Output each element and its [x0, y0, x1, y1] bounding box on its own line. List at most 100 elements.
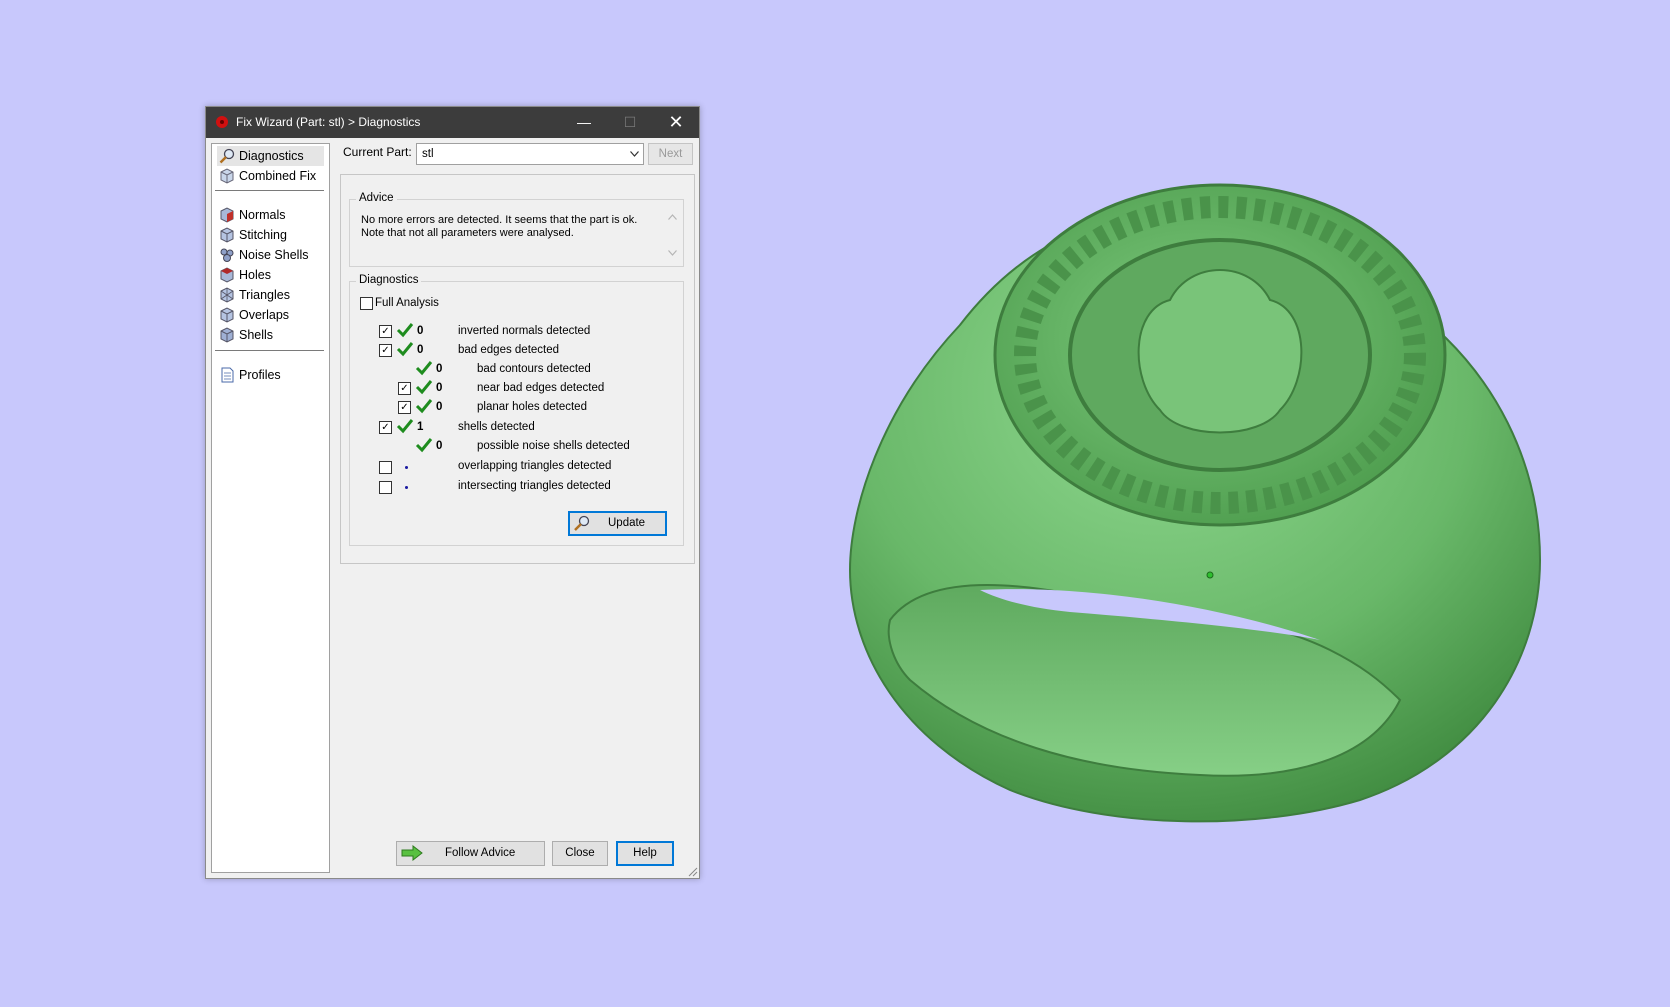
cube-icon [220, 168, 234, 184]
current-part-label: Current Part: [343, 145, 412, 159]
current-part-value: stl [422, 148, 434, 160]
close-button[interactable]: Close [552, 841, 608, 866]
not-analysed-dot [405, 486, 408, 489]
shells-label: shells detected [458, 421, 535, 433]
follow-advice-label: Follow Advice [445, 847, 516, 859]
bad-contours-count: 0 [436, 363, 443, 375]
green-check-icon [415, 361, 433, 376]
diagnostics-title: Diagnostics [356, 274, 422, 286]
overlapping-triangles-label: overlapping triangles detected [458, 460, 612, 472]
shells-checkbox[interactable]: ✓ [379, 421, 392, 434]
document-icon [221, 367, 234, 383]
close-window-button[interactable]: ✕ [653, 107, 699, 138]
green-check-icon [415, 380, 433, 395]
nav-label: Combined Fix [239, 169, 317, 183]
advice-text: No more errors are detected. It seems th… [361, 214, 637, 240]
diagnostics-group: Diagnostics Full Analysis ✓ 0 inverted n… [349, 274, 684, 546]
nav-item-profiles[interactable]: Profiles [217, 365, 324, 385]
green-check-icon [415, 399, 433, 414]
scroll-down-icon[interactable] [668, 250, 677, 256]
nav-label: Noise Shells [239, 248, 309, 262]
advice-line-1: No more errors are detected. It seems th… [361, 214, 638, 226]
diagnostics-panel: Advice No more errors are detected. It s… [340, 174, 695, 564]
nav-item-normals[interactable]: Normals [217, 205, 324, 225]
inverted-normals-count: 0 [417, 325, 424, 337]
follow-advice-button[interactable]: Follow Advice [396, 841, 545, 866]
near-bad-edges-label: near bad edges detected [477, 382, 605, 394]
current-part-select[interactable]: stl [416, 143, 644, 165]
nav-divider [215, 190, 324, 191]
green-check-icon [396, 323, 414, 338]
full-analysis-label: Full Analysis [375, 297, 439, 309]
near-bad-edges-count: 0 [436, 382, 443, 394]
resize-grip-icon[interactable] [688, 867, 698, 877]
nav-item-diagnostics[interactable]: Diagnostics [217, 146, 324, 166]
nav-item-combined-fix[interactable]: Combined Fix [217, 166, 324, 186]
app-logo-icon [216, 116, 228, 128]
nav-label: Normals [239, 208, 286, 222]
maximize-button[interactable]: ☐ [607, 107, 653, 138]
magnifier-icon [574, 515, 590, 531]
window-title: Fix Wizard (Part: stl) > Diagnostics [236, 115, 421, 129]
nav-item-noise-shells[interactable]: Noise Shells [217, 245, 324, 265]
inverted-normals-label: inverted normals detected [458, 325, 591, 337]
nav-label: Holes [239, 268, 271, 282]
green-arrow-right-icon [401, 845, 423, 861]
magnifier-icon [219, 148, 235, 164]
not-analysed-dot [405, 466, 408, 469]
bad-edges-count: 0 [417, 344, 424, 356]
nav-label: Profiles [239, 368, 281, 382]
shells-count: 1 [417, 421, 424, 433]
noise-shells-icon [220, 248, 234, 262]
triangles-cube-icon [220, 287, 234, 303]
bad-contours-label: bad contours detected [477, 363, 591, 375]
pivot-point [1206, 571, 1214, 579]
nav-label: Triangles [239, 288, 290, 302]
advice-group: Advice No more errors are detected. It s… [349, 192, 684, 267]
nav-divider [215, 350, 324, 351]
near-bad-edges-checkbox[interactable]: ✓ [398, 382, 411, 395]
planar-holes-count: 0 [436, 401, 443, 413]
next-button[interactable]: Next [648, 143, 693, 165]
bad-edges-label: bad edges detected [458, 344, 560, 356]
nav-item-holes[interactable]: Holes [217, 265, 324, 285]
fix-wizard-dialog: Fix Wizard (Part: stl) > Diagnostics — ☐… [205, 106, 700, 879]
green-check-icon [415, 438, 433, 453]
green-check-icon [396, 342, 414, 357]
nav-item-shells[interactable]: Shells [217, 325, 324, 345]
update-label: Update [608, 517, 646, 529]
nav-label: Overlaps [239, 308, 290, 322]
shells-cube-icon [220, 327, 234, 343]
noise-shells-label: possible noise shells detected [477, 440, 630, 452]
stitching-cube-icon [220, 227, 234, 243]
minimize-button[interactable]: — [561, 107, 607, 138]
nav-label: Diagnostics [239, 149, 304, 163]
advice-line-2: Note that not all parameters were analys… [361, 227, 574, 239]
nav-item-stitching[interactable]: Stitching [217, 225, 324, 245]
planar-holes-checkbox[interactable]: ✓ [398, 401, 411, 414]
planar-holes-label: planar holes detected [477, 401, 587, 413]
green-check-icon [396, 419, 414, 434]
ring-3d-model[interactable] [840, 180, 1580, 840]
scroll-up-icon[interactable] [668, 214, 677, 220]
wizard-nav-list: Diagnostics Combined Fix Normals Stitchi… [211, 143, 330, 873]
nav-item-triangles[interactable]: Triangles [217, 285, 324, 305]
overlapping-triangles-checkbox[interactable] [379, 461, 392, 474]
bad-edges-checkbox[interactable]: ✓ [379, 344, 392, 357]
intersecting-triangles-checkbox[interactable] [379, 481, 392, 494]
nav-label: Stitching [239, 228, 287, 242]
chevron-down-icon [630, 151, 639, 157]
advice-title: Advice [356, 192, 397, 204]
intersecting-triangles-label: intersecting triangles detected [458, 480, 611, 492]
nav-item-overlaps[interactable]: Overlaps [217, 305, 324, 325]
nav-label: Shells [239, 328, 274, 342]
titlebar[interactable]: Fix Wizard (Part: stl) > Diagnostics — ☐… [206, 107, 699, 138]
update-button[interactable]: Update [568, 511, 667, 536]
normals-cube-icon [220, 207, 234, 223]
help-button[interactable]: Help [616, 841, 674, 866]
noise-shells-count: 0 [436, 440, 443, 452]
inverted-normals-checkbox[interactable]: ✓ [379, 325, 392, 338]
holes-cube-icon [220, 267, 234, 283]
full-analysis-checkbox[interactable] [360, 297, 373, 310]
overlaps-cube-icon [220, 307, 234, 323]
